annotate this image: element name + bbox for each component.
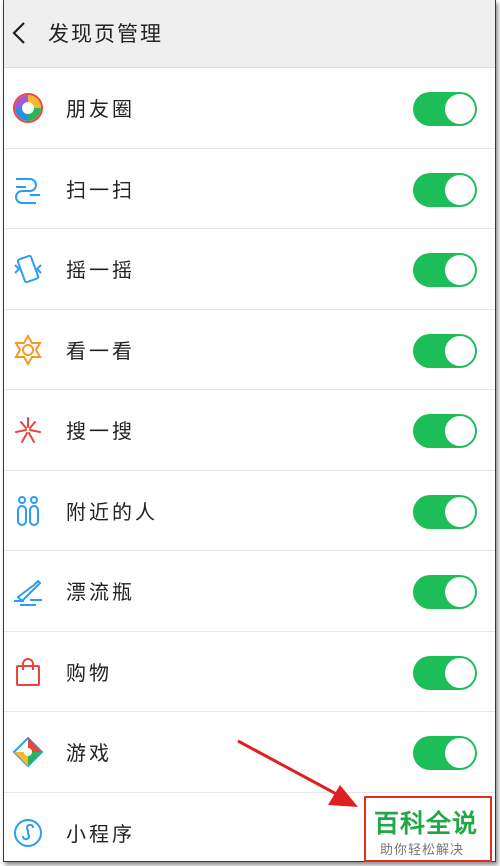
phone-screen: 发现页管理 朋友圈 扫一扫 摇一摇 看一看 搜一搜 附近的人 漂流瓶 购物 游戏… (3, 0, 496, 862)
page-title: 发现页管理 (48, 22, 163, 46)
toggle-knob (445, 496, 475, 527)
item-label: 摇一摇 (66, 258, 135, 282)
mini-program-icon (14, 818, 42, 847)
item-label: 购物 (66, 660, 112, 685)
item-label: 漂流瓶 (66, 580, 135, 604)
toggle-knob (445, 738, 475, 768)
list-item-shopping: 购物 (4, 632, 495, 712)
watermark-logo: 百科全说 助你轻松解决 (364, 796, 492, 862)
top-stories-icon (14, 333, 42, 366)
item-label: 附近的人 (66, 499, 158, 524)
toggle-knob (445, 94, 475, 124)
toggle-switch[interactable] (413, 172, 477, 207)
header-bar: 发现页管理 (4, 0, 495, 68)
drift-bottle-icon (14, 579, 42, 606)
toggle-switch[interactable] (413, 736, 477, 770)
people-nearby-icon (17, 495, 39, 526)
scan-icon (15, 177, 40, 204)
toggle-switch[interactable] (413, 494, 477, 529)
toggle-switch[interactable] (413, 253, 477, 287)
list-item-drift-bottle: 漂流瓶 (4, 551, 495, 632)
annotation-arrow-icon (237, 739, 358, 807)
shake-icon (14, 254, 42, 284)
toggle-knob (445, 657, 475, 688)
watermark-main: 百科全说 (374, 809, 479, 838)
list-item-people-nearby: 附近的人 (4, 471, 495, 551)
toggle-switch[interactable] (413, 92, 477, 126)
list-item-top-stories: 看一看 (4, 310, 495, 390)
shopping-bag-icon (16, 657, 40, 686)
games-icon (12, 736, 44, 768)
item-label: 搜一搜 (66, 419, 135, 443)
toggle-switch[interactable] (413, 414, 477, 448)
list-item-scan: 扫一扫 (4, 149, 495, 229)
item-label: 扫一扫 (66, 177, 135, 202)
toggle-knob (445, 577, 475, 607)
watermark-sub: 助你轻松解决 (380, 843, 465, 858)
search-icon (15, 417, 41, 443)
item-label: 朋友圈 (66, 97, 135, 121)
list-item-moments: 朋友圈 (4, 68, 495, 149)
toggle-switch[interactable] (413, 575, 477, 609)
toggle-knob (445, 255, 475, 285)
item-label: 小程序 (66, 821, 135, 846)
toggle-switch[interactable] (413, 333, 477, 368)
moments-icon (13, 93, 43, 123)
list-item-search: 搜一搜 (4, 390, 495, 471)
toggle-knob (445, 174, 475, 205)
toggle-knob (445, 335, 475, 366)
item-label: 看一看 (66, 338, 135, 363)
chevron-left-icon[interactable] (6, 18, 36, 48)
toggle-switch[interactable] (413, 655, 477, 690)
toggle-knob (445, 416, 475, 446)
item-label: 游戏 (66, 741, 112, 765)
list-item-shake: 摇一摇 (4, 229, 495, 310)
